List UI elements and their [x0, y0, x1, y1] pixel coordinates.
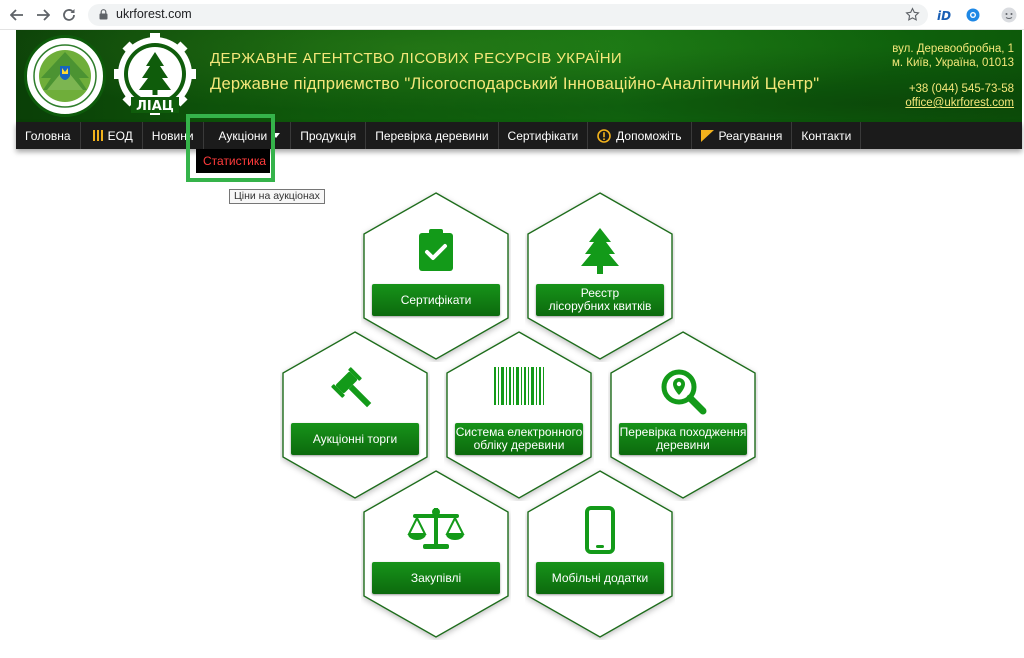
logo-text: ЛІАЦ	[136, 99, 174, 114]
profile-avatar[interactable]	[1000, 6, 1018, 24]
bookmark-star-icon[interactable]	[905, 7, 920, 22]
address-line-2: м. Київ, Україна, 01013	[891, 57, 1014, 69]
liac-gear-tree-icon: ЛІАЦ	[114, 33, 196, 115]
tile-procurement[interactable]: Закупівлі	[361, 468, 511, 640]
menu-item-label: Головна	[25, 128, 71, 143]
menu-item-label: Контакти	[801, 128, 852, 143]
svg-text:iD: iD	[937, 9, 951, 22]
tile-eod-button[interactable]: Система електронного обліку деревини	[455, 423, 583, 455]
menu-item-response[interactable]: Реагування	[692, 122, 793, 149]
flag-icon	[700, 129, 714, 142]
clipboard-check-icon	[419, 229, 453, 271]
reload-button[interactable]	[60, 6, 78, 24]
extension-sync-icon	[966, 8, 980, 22]
arrow-right-icon	[37, 9, 50, 21]
menu-item-help[interactable]: Допоможіть	[588, 122, 692, 149]
extension-id-icon: iD	[937, 9, 951, 22]
menu-item-label: Реагування	[718, 128, 783, 143]
smartphone-icon	[585, 506, 615, 554]
menu-item-eod[interactable]: ЕОД	[81, 122, 143, 149]
menu-item-certificates[interactable]: Сертифікати	[499, 122, 589, 149]
agency-seal-icon	[29, 40, 101, 112]
extension-button-id[interactable]: iD	[936, 6, 954, 24]
address-line-1: вул. Деревообробна, 1	[892, 43, 1014, 55]
tile-procurement-button[interactable]: Закупівлі	[372, 562, 500, 594]
site-header: ЛІАЦ ДЕРЖАВНЕ АГЕНТСТВО ЛІСОВИХ РЕСУРСІВ…	[16, 30, 1022, 122]
contacts-block: вул. Деревообробна, 1 м. Київ, Україна, …	[892, 42, 1014, 110]
fir-tree-icon	[581, 228, 619, 274]
menu-item-label: Продукція	[300, 128, 357, 143]
agency-title: ДЕРЖАВНЕ АГЕНТСТВО ЛІСОВИХ РЕСУРСІВ УКРА…	[210, 50, 623, 67]
tile-mobile-apps-button[interactable]: Мобільні додатки	[536, 562, 664, 594]
tile-certificates-button[interactable]: Сертифікати	[372, 284, 500, 316]
address-bar[interactable]: ukrforest.com	[88, 4, 928, 26]
address-url[interactable]: ukrforest.com	[116, 7, 192, 21]
menu-item-wood-check[interactable]: Перевірка деревини	[366, 122, 499, 149]
phone-number[interactable]: +38 (044) 545-73-58	[892, 82, 1014, 96]
menu-item-products[interactable]: Продукція	[291, 122, 367, 149]
menu-item-label: Перевірка деревини	[375, 128, 489, 143]
extension-button-sync[interactable]	[964, 6, 982, 24]
annotation-highlight-box	[186, 114, 275, 182]
forward-button[interactable]	[34, 6, 52, 24]
browser-toolbar: ukrforest.com iD	[0, 0, 1024, 30]
back-button[interactable]	[8, 6, 26, 24]
alert-circle-icon	[597, 128, 611, 143]
gavel-icon	[331, 367, 372, 408]
menu-item-label: Сертифікати	[507, 128, 579, 143]
avatar-icon	[1001, 7, 1017, 23]
magnifier-pin-icon	[661, 369, 707, 415]
lock-icon	[99, 9, 108, 20]
menu-item-contacts[interactable]: Контакти	[792, 122, 862, 149]
email-link[interactable]: office@ukrforest.com	[892, 96, 1014, 110]
arrow-left-icon	[10, 9, 23, 21]
barcode-icon	[494, 367, 544, 405]
main-menu: Головна ЕОД Новини Аукціони Продукція Пе…	[16, 122, 1022, 149]
tooltip: Ціни на аукціонах	[229, 189, 325, 204]
liac-logo[interactable]: ЛІАЦ	[114, 33, 196, 119]
menu-item-label: Допоможіть	[616, 128, 682, 143]
scales-icon	[407, 508, 465, 549]
reload-icon	[63, 9, 75, 21]
agency-seal-logo[interactable]	[24, 35, 106, 117]
menu-item-home[interactable]: Головна	[16, 122, 81, 149]
tile-auction-trading-button[interactable]: Аукціонні торги	[291, 423, 419, 455]
tile-registry-button[interactable]: Реєстр лісорубних квитків	[536, 284, 664, 316]
tile-mobile-apps[interactable]: Мобільні додатки	[525, 468, 675, 640]
tile-origin-check-button[interactable]: Перевірка походження деревини	[619, 423, 747, 455]
menu-item-label: ЕОД	[107, 128, 133, 143]
barcode-icon	[92, 130, 103, 141]
org-title: Державне підприємство "Лісогосподарський…	[210, 74, 820, 93]
